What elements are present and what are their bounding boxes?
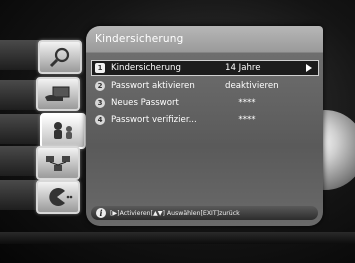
panel-title: Kindersicherung: [95, 33, 184, 45]
pacman-icon[interactable]: [36, 180, 80, 214]
parental-control-panel: Kindersicherung 1 Kindersicherung 14 Jah…: [86, 26, 323, 226]
item-number: 3: [95, 98, 105, 108]
help-text: [▶]Activieren[▲▼] Auswählen[EXIT]zurück: [110, 209, 240, 217]
item-label: Neues Passwort: [111, 98, 179, 108]
item-number: 1: [95, 63, 105, 73]
menu-item-kindersicherung[interactable]: 1 Kindersicherung 14 Jahre: [91, 60, 319, 76]
password-verify-field[interactable]: ****: [224, 115, 318, 125]
side-tab-decoration: [0, 146, 40, 176]
bottom-bar: [0, 232, 355, 244]
item-value: deaktivieren: [225, 81, 279, 91]
search-icon[interactable]: [38, 40, 82, 74]
side-tab-decoration: [0, 180, 40, 210]
help-bar: i [▶]Activieren[▲▼] Auswählen[EXIT]zurüc…: [91, 206, 318, 220]
hand-card-icon[interactable]: [36, 77, 80, 111]
menu-item-passwort-aktivieren[interactable]: 2 Passwort aktivieren deaktivieren: [92, 79, 318, 93]
menu-item-neues-passwort[interactable]: 3 Neues Passwort ****: [92, 96, 318, 110]
item-number: 2: [95, 81, 105, 91]
menu-item-passwort-verifizieren[interactable]: 4 Passwort verifizier... ****: [92, 113, 318, 127]
item-label: Passwort aktivieren: [111, 81, 195, 91]
info-icon: i: [96, 208, 106, 218]
stb-screen: Kindersicherung 1 Kindersicherung 14 Jah…: [0, 0, 355, 263]
parental-lock-icon[interactable]: [40, 113, 86, 149]
item-label: Kindersicherung: [111, 63, 181, 73]
item-value: 14 Jahre: [225, 63, 261, 73]
side-tab-decoration: [0, 114, 40, 144]
item-label: Passwort verifizier...: [111, 115, 197, 125]
arrow-right-icon[interactable]: [306, 64, 312, 72]
side-tab-decoration: [0, 40, 40, 70]
network-icon[interactable]: [36, 146, 80, 180]
side-tab-decoration: [0, 80, 40, 110]
settings-menu: 1 Kindersicherung 14 Jahre 2 Passwort ak…: [91, 60, 319, 130]
password-field[interactable]: ****: [224, 98, 318, 108]
item-number: 4: [95, 115, 105, 125]
